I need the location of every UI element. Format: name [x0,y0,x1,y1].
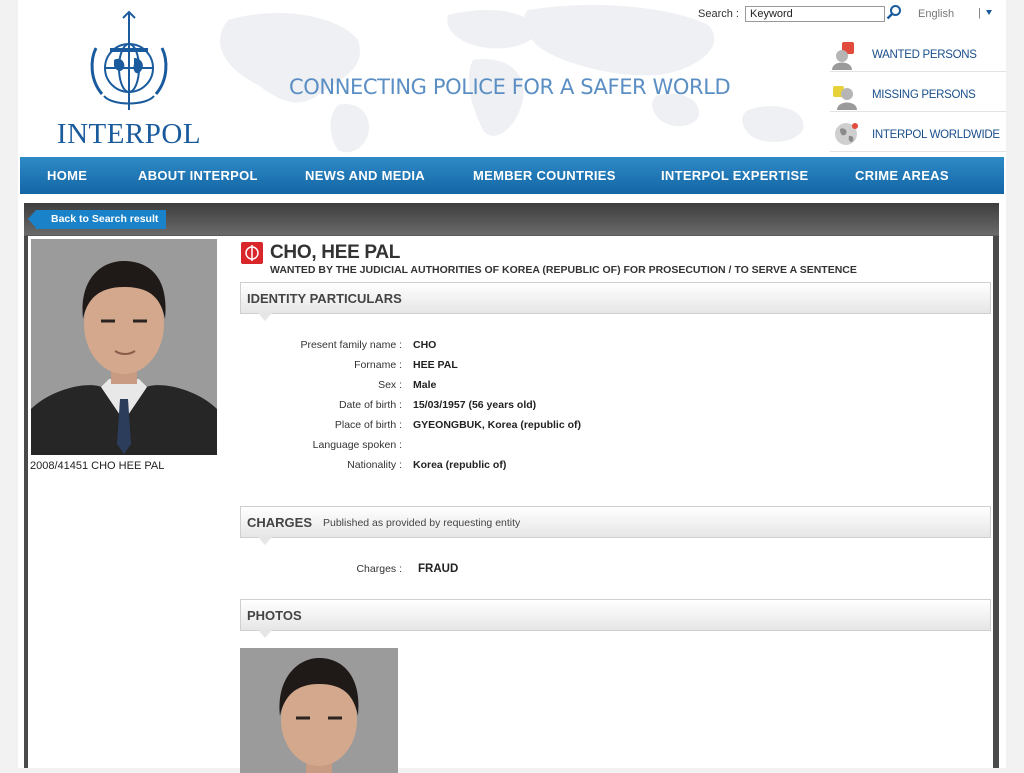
photos-header: PHOTOS [240,599,991,638]
nav-item-interpol-expertise[interactable]: INTERPOL EXPERTISE [661,168,808,183]
nav-item-member-countries[interactable]: MEMBER COUNTRIES [473,168,616,183]
quick-link-label: INTERPOL WORLDWIDE [872,129,1000,141]
identity-particulars-header: IDENTITY PARTICULARS [240,282,991,321]
quick-link-wanted-persons[interactable]: WANTED PERSONS [830,37,1006,72]
section-title: CHARGES [247,515,313,530]
photo-thumbnail[interactable] [240,648,398,773]
site-tagline: CONNECTING POLICE FOR A SAFER WORLD [289,75,731,99]
globe-icon [835,123,858,145]
language-selector[interactable]: English [918,8,954,20]
nav-item-news-and-media[interactable]: NEWS AND MEDIA [305,168,425,183]
interpol-wordmark: INTERPOL [56,118,202,150]
quick-link-label: MISSING PERSONS [872,89,976,101]
nav-item-about-interpol[interactable]: ABOUT INTERPOL [138,168,258,183]
row-label-sex: Sex : [378,379,402,391]
search-icon[interactable] [886,4,902,20]
row-label-charges: Charges : [356,563,402,575]
row-value-family-name: CHO [413,339,437,351]
red-notice-icon [241,242,263,264]
section-subtitle: Published as provided by requesting enti… [323,517,521,529]
person-name: CHO, HEE PAL [270,242,401,263]
photo-caption: 2008/41451 CHO HEE PAL [30,460,165,472]
search-input[interactable] [745,6,885,22]
row-value-nationality: Korea (republic of) [413,459,507,471]
interpol-seal-icon [90,10,168,110]
wanted-person-icon [832,42,854,70]
page: INTERPOL CONNECTING POLICE FOR A SAFER W… [18,0,1006,773]
row-value-forename: HEE PAL [413,359,458,371]
language-separator: | [978,7,981,19]
quick-link-interpol-worldwide[interactable]: INTERPOL WORLDWIDE [830,117,1006,152]
charges-header: CHARGES Published as provided by request… [240,506,991,545]
wanted-by-text: WANTED BY THE JUDICIAL AUTHORITIES OF KO… [270,264,857,276]
row-label-place-of-birth: Place of birth : [334,419,402,431]
search-label: Search : [698,8,739,20]
notice-frame: Back to Search result 2008/41451 CHO HEE… [24,203,999,773]
chevron-down-icon[interactable] [986,10,992,15]
back-to-search-button[interactable]: Back to Search result [27,210,167,229]
row-value-date-of-birth: 15/03/1957 (56 years old) [413,399,537,411]
notice-content: 2008/41451 CHO HEE PAL CHO, HEE PAL WANT… [28,236,993,773]
row-label-forename: Forname : [354,359,402,371]
missing-person-icon [833,86,857,110]
quick-link-label: WANTED PERSONS [872,49,977,61]
nav-item-crime-areas[interactable]: CRIME AREAS [855,168,949,183]
row-value-sex: Male [413,379,437,391]
row-label-family-name: Present family name : [300,339,402,351]
row-label-date-of-birth: Date of birth : [338,399,402,411]
main-navigation: HOME ABOUT INTERPOL NEWS AND MEDIA MEMBE… [20,157,1004,194]
interpol-logo[interactable]: INTERPOL [54,10,204,150]
person-photo [31,239,217,455]
quick-link-missing-persons[interactable]: MISSING PERSONS [830,77,1006,112]
site-header: INTERPOL CONNECTING POLICE FOR A SAFER W… [18,0,1006,156]
row-value-place-of-birth: GYEONGBUK, Korea (republic of) [413,419,582,431]
row-label-language-spoken: Language spoken : [312,439,402,451]
section-title: IDENTITY PARTICULARS [247,291,402,306]
row-value-charges: FRAUD [418,563,459,575]
section-title: PHOTOS [247,608,302,623]
nav-item-home[interactable]: HOME [47,168,87,183]
row-label-nationality: Nationality : [347,459,402,471]
